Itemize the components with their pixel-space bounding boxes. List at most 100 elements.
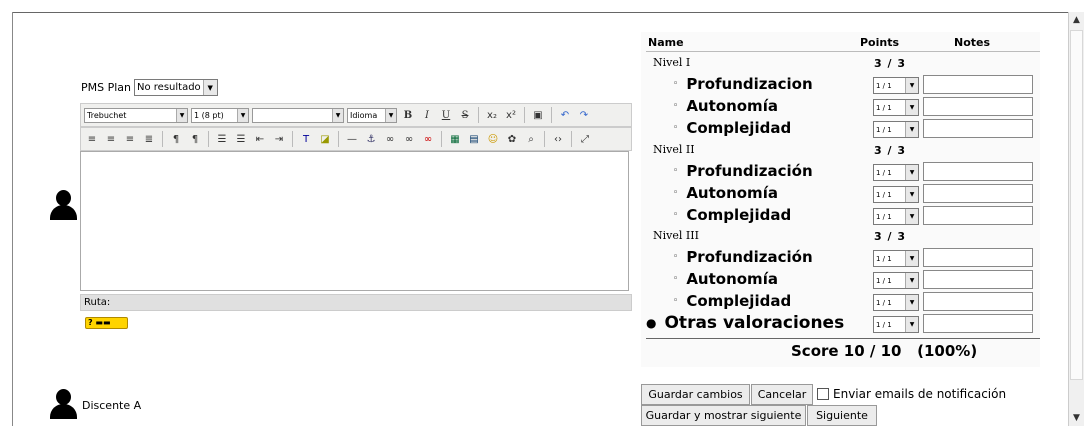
- superscript-icon[interactable]: x²: [503, 107, 519, 123]
- level-score: 3 / 3: [874, 230, 906, 243]
- chevron-down-icon: ▼: [332, 108, 343, 122]
- teacher-avatar-icon: [48, 190, 78, 220]
- save-and-next-button[interactable]: Guardar y mostrar siguiente: [641, 405, 806, 426]
- criterion-points-select[interactable]: 1 / 1 ▼: [873, 121, 919, 138]
- criterion-points-select[interactable]: 1 / 1 ▼: [873, 208, 919, 225]
- notify-emails-option: Enviar emails de notificación: [817, 387, 1006, 401]
- unordered-list-icon[interactable]: ☰: [233, 131, 249, 147]
- toolbar-separator: [551, 107, 552, 123]
- nolink-icon[interactable]: ∞: [420, 131, 436, 147]
- criterion-points-select[interactable]: 1 / 1 ▼: [873, 77, 919, 94]
- italic-icon[interactable]: I: [419, 107, 435, 123]
- criterion-points-select[interactable]: 1 / 1 ▼: [873, 272, 919, 289]
- vertical-scrollbar[interactable]: ▲ ▼: [1068, 12, 1084, 426]
- pms-plan-select[interactable]: No resultado ▼: [134, 79, 218, 96]
- font-size-select[interactable]: 1 (8 pt) ▼: [191, 107, 249, 123]
- total-score: Score 10 / 10 (100%): [791, 342, 978, 360]
- subscript-icon[interactable]: x₂: [484, 107, 500, 123]
- student-name: Discente A: [82, 399, 142, 412]
- save-changes-button[interactable]: Guardar cambios: [641, 384, 750, 405]
- align-justify-icon[interactable]: ≣: [141, 131, 157, 147]
- column-header-points: Points: [860, 36, 900, 49]
- scroll-down-arrow-icon[interactable]: ▼: [1069, 410, 1084, 426]
- criterion-name: ◦ Profundización: [673, 248, 813, 266]
- font-family-select[interactable]: Trebuchet ▼: [84, 107, 188, 123]
- align-center-icon[interactable]: ≡: [103, 131, 119, 147]
- search-replace-icon[interactable]: ⌕: [523, 131, 539, 147]
- scroll-thumb[interactable]: [1070, 30, 1083, 380]
- toolbar-separator: [544, 131, 545, 147]
- outdent-icon[interactable]: ⇤: [252, 131, 268, 147]
- criterion-notes-input[interactable]: [923, 270, 1033, 289]
- ltr-icon[interactable]: ¶: [168, 131, 184, 147]
- paragraph-style-select[interactable]: ▼: [252, 107, 344, 123]
- other-notes-input[interactable]: [923, 314, 1033, 333]
- unlink-icon[interactable]: ∞: [401, 131, 417, 147]
- criterion-notes-input[interactable]: [923, 292, 1033, 311]
- criterion-notes-input[interactable]: [923, 184, 1033, 203]
- toolbar-separator: [162, 131, 163, 147]
- level-label: Nivel III: [653, 229, 699, 242]
- criterion-points-select[interactable]: 1 / 1 ▼: [873, 294, 919, 311]
- rtl-icon[interactable]: ¶: [187, 131, 203, 147]
- criterion-notes-input[interactable]: [923, 97, 1033, 116]
- student-avatar-icon: [48, 389, 78, 419]
- link-icon[interactable]: ∞: [382, 131, 398, 147]
- scroll-up-arrow-icon[interactable]: ▲: [1069, 12, 1084, 28]
- criterion-points-select[interactable]: 1 / 1 ▼: [873, 186, 919, 203]
- criterion-notes-input[interactable]: [923, 206, 1033, 225]
- clean-html-icon[interactable]: ▣: [530, 107, 546, 123]
- bullet-icon: ◦: [673, 296, 679, 306]
- insert-image-icon[interactable]: ▦: [447, 131, 463, 147]
- score-divider: [646, 338, 1040, 339]
- indent-icon[interactable]: ⇥: [271, 131, 287, 147]
- criterion-notes-input[interactable]: [923, 75, 1033, 94]
- criterion-name: ◦ Autonomía: [673, 270, 778, 288]
- toolbar-separator: [208, 131, 209, 147]
- undo-icon[interactable]: ↶: [557, 107, 573, 123]
- cancel-button[interactable]: Cancelar: [751, 384, 813, 405]
- criterion-notes-input[interactable]: [923, 248, 1033, 267]
- horizontal-rule-icon[interactable]: —: [344, 131, 360, 147]
- chevron-down-icon: ▼: [202, 80, 217, 95]
- text-color-icon[interactable]: T: [298, 131, 314, 147]
- bullet-icon: ◦: [673, 188, 679, 198]
- criterion-notes-input[interactable]: [923, 119, 1033, 138]
- anchor-icon[interactable]: ⚓: [363, 131, 379, 147]
- align-left-icon[interactable]: ≡: [84, 131, 100, 147]
- help-icon[interactable]: ? ▬▬: [85, 317, 128, 329]
- editor-toolbar-row-1: Trebuchet ▼ 1 (8 pt) ▼ ▼ Idioma ▼ B I U …: [80, 103, 632, 127]
- pms-plan-label: PMS Plan: [81, 81, 132, 94]
- notify-emails-checkbox[interactable]: [817, 388, 829, 400]
- editor-toolbar-row-2: ≡ ≡ ≡ ≣ ¶ ¶ ☰ ☰ ⇤ ⇥ T ◪ — ⚓ ∞ ∞ ∞ ▦ ▤ ☺ …: [80, 127, 632, 151]
- html-source-icon[interactable]: ‹›: [550, 131, 566, 147]
- insert-table-icon[interactable]: ▤: [466, 131, 482, 147]
- bold-icon[interactable]: B: [400, 107, 416, 123]
- criterion-points-select[interactable]: 1 / 1 ▼: [873, 99, 919, 116]
- special-char-icon[interactable]: ✿: [504, 131, 520, 147]
- chevron-down-icon: ▼: [237, 108, 248, 122]
- level-score: 3 / 3: [874, 144, 906, 157]
- other-points-select[interactable]: 1 / 1 ▼: [873, 316, 919, 333]
- bullet-icon: ◦: [673, 101, 679, 111]
- level-label: Nivel II: [653, 143, 695, 156]
- toolbar-separator: [524, 107, 525, 123]
- criterion-name: ◦ Complejidad: [673, 206, 792, 224]
- bullet-icon: ●: [646, 316, 657, 330]
- fullscreen-icon[interactable]: ⤢: [577, 131, 593, 147]
- rubric-grading-panel: Name Points Notes Nivel I 3 / 3 ◦ Profund…: [641, 32, 1040, 367]
- criterion-notes-input[interactable]: [923, 162, 1033, 181]
- feedback-editor-area[interactable]: [80, 151, 629, 291]
- smiley-icon[interactable]: ☺: [485, 131, 501, 147]
- underline-icon[interactable]: U: [438, 107, 454, 123]
- next-button[interactable]: Siguiente: [807, 405, 877, 426]
- background-color-icon[interactable]: ◪: [317, 131, 333, 147]
- language-select[interactable]: Idioma ▼: [347, 107, 397, 123]
- redo-icon[interactable]: ↷: [576, 107, 592, 123]
- criterion-points-select[interactable]: 1 / 1 ▼: [873, 250, 919, 267]
- toolbar-separator: [478, 107, 479, 123]
- strikethrough-icon[interactable]: S: [457, 107, 473, 123]
- criterion-points-select[interactable]: 1 / 1 ▼: [873, 164, 919, 181]
- align-right-icon[interactable]: ≡: [122, 131, 138, 147]
- ordered-list-icon[interactable]: ☰: [214, 131, 230, 147]
